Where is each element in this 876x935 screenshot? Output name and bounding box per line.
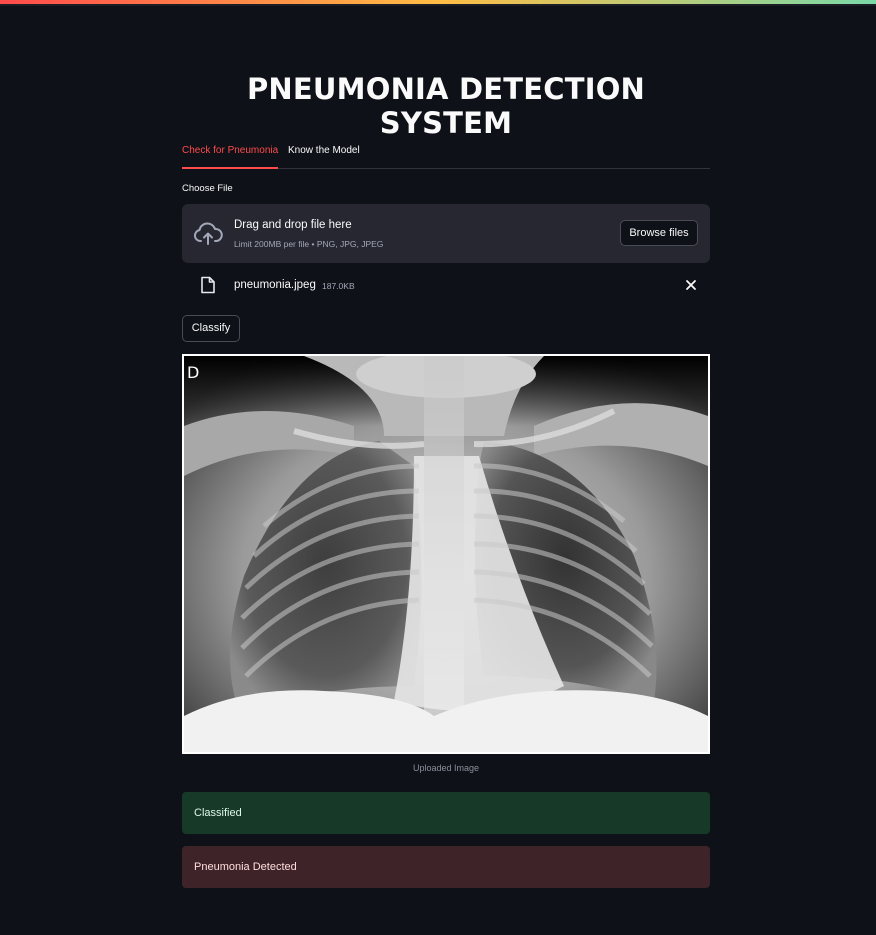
uploaded-file-name: pneumonia.jpeg: [234, 279, 316, 291]
tab-bar: Check for Pneumonia Know the Model: [182, 140, 710, 169]
uploaded-xray-image: D: [182, 354, 710, 754]
classify-button[interactable]: Classify: [182, 315, 240, 342]
uploaded-file-row: pneumonia.jpeg 187.0KB: [182, 272, 710, 300]
chest-xray-graphic: D: [184, 356, 708, 752]
cloud-upload-icon: [193, 222, 223, 245]
success-alert: Classified: [182, 792, 710, 834]
uploaded-file-size: 187.0KB: [322, 281, 355, 291]
file-icon: [201, 276, 215, 294]
header-shade: [0, 4, 876, 6]
browse-files-button[interactable]: Browse files: [620, 220, 698, 246]
close-icon[interactable]: [684, 278, 698, 292]
tab-check-for-pneumonia[interactable]: Check for Pneumonia: [182, 145, 279, 169]
tab-know-the-model[interactable]: Know the Model: [288, 145, 360, 167]
error-alert: Pneumonia Detected: [182, 846, 710, 888]
dropzone-instructions: Drag and drop file here: [234, 219, 352, 231]
file-uploader-label: Choose File: [182, 183, 233, 194]
image-caption: Uploaded Image: [412, 763, 480, 773]
page-title: PNEUMONIA DETECTION SYSTEM: [246, 72, 646, 140]
file-dropzone[interactable]: Drag and drop file here Limit 200MB per …: [182, 204, 710, 263]
dropzone-limit-text: Limit 200MB per file • PNG, JPG, JPEG: [234, 239, 384, 249]
xray-corner-letter: D: [187, 363, 199, 382]
